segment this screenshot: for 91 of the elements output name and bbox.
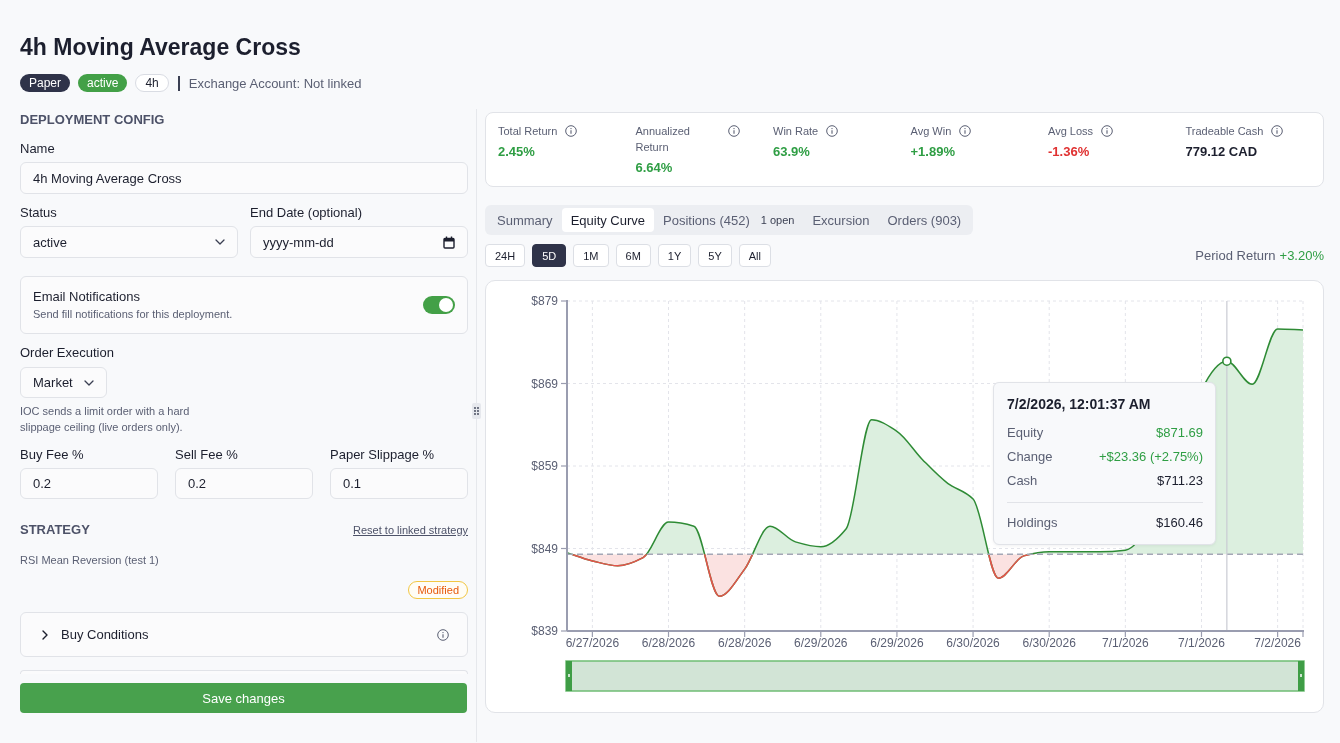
order-execution-select[interactable]: Market <box>20 367 107 398</box>
tag-badge: 4h <box>135 74 169 92</box>
end-date-input[interactable]: yyyy-mm-dd <box>250 226 468 258</box>
help-text: IOC sends a limit order with a hard slippage ceiling (live orders only). <box>20 404 191 435</box>
fee-input[interactable]: 0.2 <box>20 468 158 499</box>
metric-label: Avg Win <box>910 124 952 139</box>
y-axis-label: $879 <box>531 294 558 308</box>
metric-value: 779.12 CAD <box>1185 143 1258 161</box>
x-axis-label: 6/29/2026 <box>870 636 924 650</box>
info-icon[interactable] <box>565 125 578 137</box>
tooltip-value: +$23.36 (+2.75%) <box>1098 448 1203 464</box>
view-tab[interactable]: Positions (452) 1 open <box>654 208 804 232</box>
range-button[interactable]: 5Y <box>698 244 732 267</box>
info-icon[interactable] <box>1101 125 1114 137</box>
chevron-down-icon <box>215 239 225 245</box>
tooltip-value: $711.23 <box>1156 472 1203 488</box>
range-button[interactable]: 1M <box>573 244 609 267</box>
strategy-name: RSI Mean Reversion (test 1) <box>20 553 159 568</box>
tooltip-label: Equity <box>1007 424 1044 440</box>
point-marker-icon <box>1222 356 1232 367</box>
metric-value: 63.9% <box>773 143 810 161</box>
range-button[interactable]: 1Y <box>657 244 692 267</box>
status-select[interactable]: active <box>20 226 238 258</box>
fee-input[interactable]: 0.1 <box>330 468 468 499</box>
tooltip-label: Cash <box>1007 472 1038 488</box>
tooltip-value: $871.69 <box>1156 424 1203 440</box>
x-axis-label: 6/30/2026 <box>946 636 1000 650</box>
reset-strategy-link[interactable]: Reset to linked strategy <box>353 524 468 536</box>
range-button[interactable]: 6M <box>615 244 651 267</box>
field-label: End Date (optional) <box>250 205 362 221</box>
tooltip-label: Holdings <box>1007 514 1058 530</box>
metric-label: Total Return <box>498 124 558 139</box>
y-axis-label: $839 <box>531 624 558 638</box>
x-axis-label: 6/29/2026 <box>794 636 848 650</box>
x-axis-label: 7/1/2026 <box>1102 636 1149 650</box>
x-axis-label: 6/28/2026 <box>717 636 772 650</box>
tooltip-title: 7/2/2026, 12:01:37 AM <box>1007 395 1151 413</box>
drag-handle-icon[interactable] <box>472 403 481 419</box>
exchange-account-text: Exchange Account: Not linked <box>188 75 362 91</box>
period-return-label: Period Return <box>1195 248 1276 263</box>
page-title: 4h Moving Average Cross <box>20 33 301 62</box>
period-return-value: +3.20% <box>1279 248 1324 263</box>
x-axis-label: 6/28/2026 <box>641 636 696 650</box>
range-button[interactable]: All <box>738 244 771 267</box>
y-axis-label: $869 <box>531 376 558 391</box>
metric-label: Tradeable Cash <box>1185 124 1264 139</box>
info-icon[interactable] <box>1271 125 1284 137</box>
setting-title: Email Notifications <box>33 289 140 305</box>
metric-value: 6.64% <box>635 159 673 177</box>
view-tab[interactable]: Excursion <box>803 208 879 232</box>
metric-value: +1.89% <box>910 143 955 161</box>
chevron-down-icon <box>84 379 94 386</box>
field-label: Paper Slippage % <box>330 447 435 463</box>
x-axis-label: 7/2/2026 <box>1254 636 1301 650</box>
info-icon[interactable] <box>959 125 972 137</box>
range-button[interactable]: 5D <box>532 244 567 267</box>
field-label: Name <box>20 141 55 157</box>
metric-label: Win Rate <box>773 124 819 139</box>
x-axis-label: 6/30/2026 <box>1022 636 1076 650</box>
tag-badge: active <box>78 74 128 92</box>
tag-badge: Paper <box>20 74 71 92</box>
info-icon[interactable] <box>826 125 839 137</box>
view-tab[interactable]: Orders (903) <box>878 208 971 232</box>
range-button[interactable]: 24H <box>485 244 526 267</box>
tooltip-value: $160.46 <box>1156 514 1203 530</box>
view-tab[interactable]: Summary <box>488 208 562 232</box>
metric-value: 2.45% <box>498 143 535 161</box>
setting-description: Send fill notifications for this deployment. <box>33 307 233 321</box>
metric-label: Avg Loss <box>1048 124 1094 139</box>
name-input[interactable]: 4h Moving Average Cross <box>20 162 468 194</box>
section-heading: DEPLOYMENT CONFIG <box>20 112 165 128</box>
modified-badge: Modified <box>408 581 468 599</box>
field-label: Status <box>20 205 57 221</box>
field-label: Sell Fee % <box>175 447 238 463</box>
tooltip-label: Change <box>1007 448 1053 464</box>
view-tab[interactable]: Equity Curve <box>561 208 655 232</box>
x-axis-label: 6/27/2026 <box>565 636 620 650</box>
email-toggle[interactable] <box>423 296 455 314</box>
metric-value: -1.36% <box>1048 143 1090 161</box>
field-label: Order Execution <box>20 345 114 361</box>
y-axis-label: $859 <box>531 459 558 473</box>
info-icon[interactable] <box>437 628 449 641</box>
collapsible-section[interactable]: Buy Conditions <box>20 612 468 657</box>
section-heading: STRATEGY <box>20 522 90 538</box>
info-icon[interactable] <box>727 125 740 137</box>
y-axis-label: $849 <box>531 541 558 556</box>
calendar-icon[interactable] <box>443 236 455 249</box>
metric-label: Annualized Return <box>635 124 691 155</box>
field-label: Buy Fee % <box>20 447 84 463</box>
fee-input[interactable]: 0.2 <box>175 468 313 499</box>
x-axis-label: 7/1/2026 <box>1178 636 1225 650</box>
